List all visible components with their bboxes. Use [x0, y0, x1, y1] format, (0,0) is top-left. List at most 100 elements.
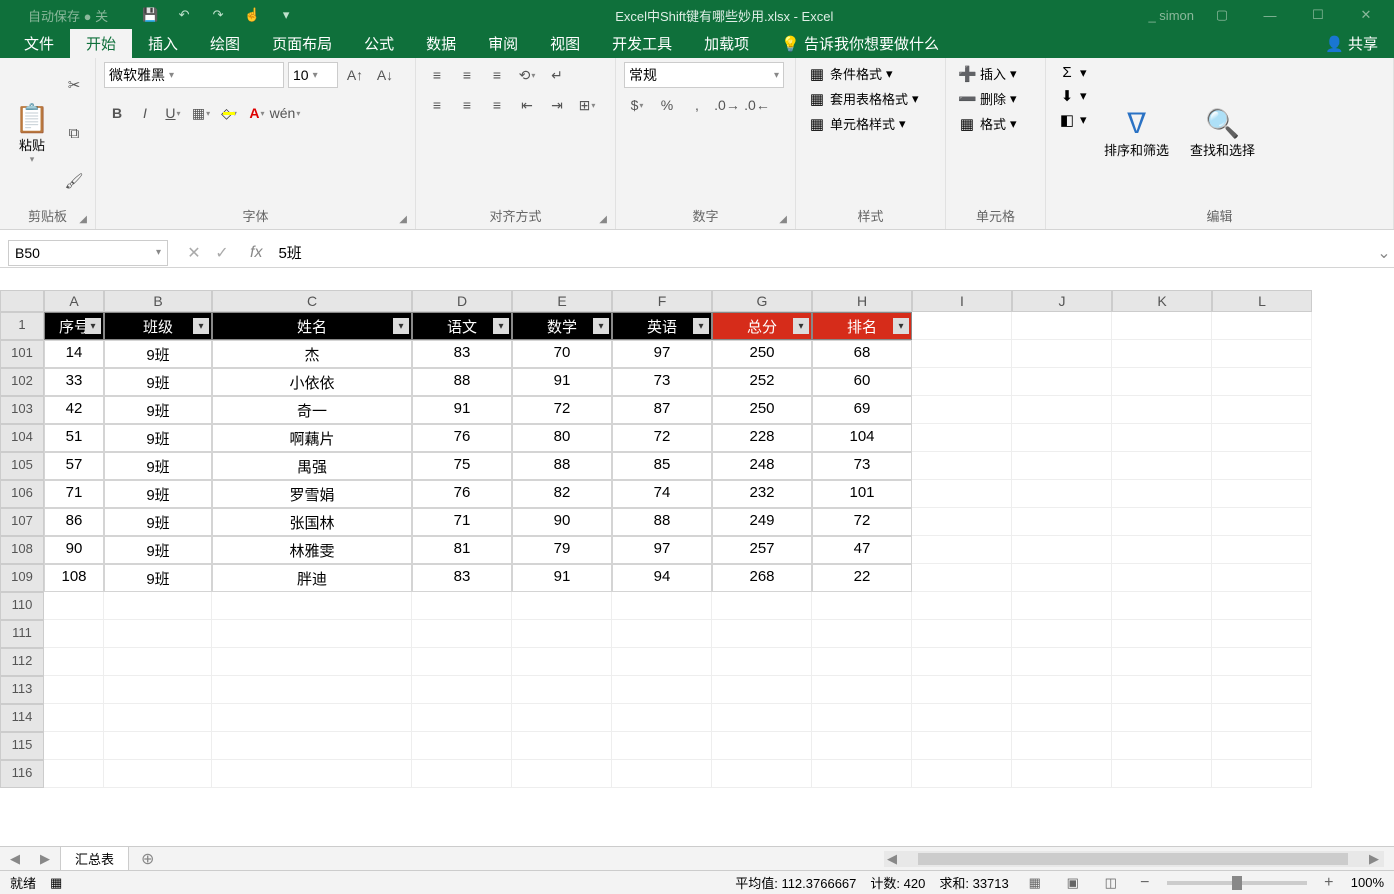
cell[interactable] — [1212, 676, 1312, 704]
data-cell[interactable]: 9班 — [104, 452, 212, 480]
cell[interactable] — [412, 676, 512, 704]
data-cell[interactable]: 林雅雯 — [212, 536, 412, 564]
cell[interactable] — [412, 620, 512, 648]
find-select-button[interactable]: 🔍 查找和选择 — [1183, 62, 1263, 204]
filter-dropdown-icon[interactable]: ▾ — [793, 318, 809, 334]
cell[interactable] — [1112, 340, 1212, 368]
table-header-cell[interactable]: 英语▾ — [612, 312, 712, 340]
data-cell[interactable]: 228 — [712, 424, 812, 452]
data-cell[interactable]: 80 — [512, 424, 612, 452]
percent-icon[interactable]: % — [654, 92, 680, 118]
new-sheet-icon[interactable]: ⊕ — [129, 849, 166, 869]
cell[interactable] — [1012, 452, 1112, 480]
cell[interactable] — [1212, 648, 1312, 676]
cell[interactable] — [1212, 620, 1312, 648]
data-cell[interactable]: 76 — [412, 480, 512, 508]
cell[interactable] — [212, 620, 412, 648]
cell[interactable] — [612, 620, 712, 648]
data-cell[interactable]: 250 — [712, 340, 812, 368]
cell[interactable] — [1012, 620, 1112, 648]
align-bottom-icon[interactable]: ≡ — [484, 62, 510, 88]
cell[interactable] — [1112, 424, 1212, 452]
macro-record-icon[interactable]: ▦ — [50, 875, 62, 891]
zoom-in-icon[interactable]: + — [1321, 874, 1337, 892]
font-color-button[interactable]: A▾ — [244, 100, 270, 126]
cell[interactable] — [912, 536, 1012, 564]
close-icon[interactable]: ✕ — [1346, 7, 1386, 23]
sheet-tab[interactable]: 汇总表 — [60, 846, 129, 872]
row-header[interactable]: 113 — [0, 676, 44, 704]
underline-button[interactable]: U▾ — [160, 100, 186, 126]
save-icon[interactable]: 💾 — [136, 7, 164, 23]
data-cell[interactable]: 76 — [412, 424, 512, 452]
cell[interactable] — [1012, 732, 1112, 760]
tab-layout[interactable]: 页面布局 — [256, 29, 348, 58]
data-cell[interactable]: 268 — [712, 564, 812, 592]
enter-formula-icon[interactable]: ✓ — [210, 243, 234, 263]
cell[interactable] — [1212, 368, 1312, 396]
data-cell[interactable]: 108 — [44, 564, 104, 592]
row-header[interactable]: 110 — [0, 592, 44, 620]
data-cell[interactable]: 72 — [612, 424, 712, 452]
number-format-combo[interactable]: 常规▾ — [624, 62, 784, 88]
align-dialog-icon[interactable]: ◢ — [599, 214, 607, 225]
page-layout-view-icon[interactable]: ▣ — [1061, 875, 1085, 891]
cell[interactable] — [612, 676, 712, 704]
filter-dropdown-icon[interactable]: ▾ — [493, 318, 509, 334]
cell[interactable] — [912, 620, 1012, 648]
cell[interactable] — [912, 564, 1012, 592]
data-cell[interactable]: 74 — [612, 480, 712, 508]
data-cell[interactable]: 90 — [512, 508, 612, 536]
cell[interactable] — [212, 760, 412, 788]
cell[interactable] — [912, 732, 1012, 760]
cell[interactable] — [1112, 480, 1212, 508]
cell[interactable] — [1012, 704, 1112, 732]
fx-icon[interactable]: fx — [240, 244, 272, 262]
cell[interactable] — [44, 732, 104, 760]
table-header-cell[interactable]: 班级▾ — [104, 312, 212, 340]
filter-dropdown-icon[interactable]: ▾ — [893, 318, 909, 334]
data-cell[interactable]: 57 — [44, 452, 104, 480]
cell[interactable] — [104, 704, 212, 732]
fill-button[interactable]: ⬇▾ — [1054, 85, 1091, 107]
cell[interactable] — [912, 312, 1012, 340]
cell[interactable] — [44, 760, 104, 788]
cell[interactable] — [1112, 564, 1212, 592]
cell[interactable] — [1012, 312, 1112, 340]
data-cell[interactable]: 42 — [44, 396, 104, 424]
cell[interactable] — [212, 592, 412, 620]
cell[interactable] — [104, 648, 212, 676]
data-cell[interactable]: 70 — [512, 340, 612, 368]
autosum-button[interactable]: Σ▾ — [1054, 62, 1091, 83]
data-cell[interactable]: 啊藕片 — [212, 424, 412, 452]
data-cell[interactable]: 68 — [812, 340, 912, 368]
account-name[interactable]: _ simon — [1148, 8, 1194, 23]
cell[interactable] — [1112, 704, 1212, 732]
cell[interactable] — [712, 760, 812, 788]
column-header[interactable]: F — [612, 290, 712, 312]
sort-filter-button[interactable]: ᐁ 排序和筛选 — [1097, 62, 1177, 204]
bold-button[interactable]: B — [104, 100, 130, 126]
tab-addins[interactable]: 加载项 — [688, 29, 765, 58]
cell[interactable] — [712, 620, 812, 648]
cell[interactable] — [712, 704, 812, 732]
data-cell[interactable]: 86 — [44, 508, 104, 536]
cell[interactable] — [512, 704, 612, 732]
format-as-table-button[interactable]: ▦套用表格格式 ▾ — [804, 87, 923, 110]
column-header[interactable]: H — [812, 290, 912, 312]
data-cell[interactable]: 83 — [412, 340, 512, 368]
filter-dropdown-icon[interactable]: ▾ — [593, 318, 609, 334]
cell[interactable] — [512, 676, 612, 704]
zoom-out-icon[interactable]: − — [1137, 874, 1153, 892]
data-cell[interactable]: 81 — [412, 536, 512, 564]
font-name-combo[interactable]: 微软雅黑▾ — [104, 62, 284, 88]
data-cell[interactable]: 91 — [512, 564, 612, 592]
merge-button[interactable]: ⊞▾ — [574, 92, 600, 118]
comma-icon[interactable]: , — [684, 92, 710, 118]
row-header[interactable]: 103 — [0, 396, 44, 424]
align-top-icon[interactable]: ≡ — [424, 62, 450, 88]
filter-dropdown-icon[interactable]: ▾ — [693, 318, 709, 334]
filter-dropdown-icon[interactable]: ▾ — [85, 318, 101, 334]
font-size-combo[interactable]: 10▾ — [288, 62, 338, 88]
cell[interactable] — [104, 676, 212, 704]
